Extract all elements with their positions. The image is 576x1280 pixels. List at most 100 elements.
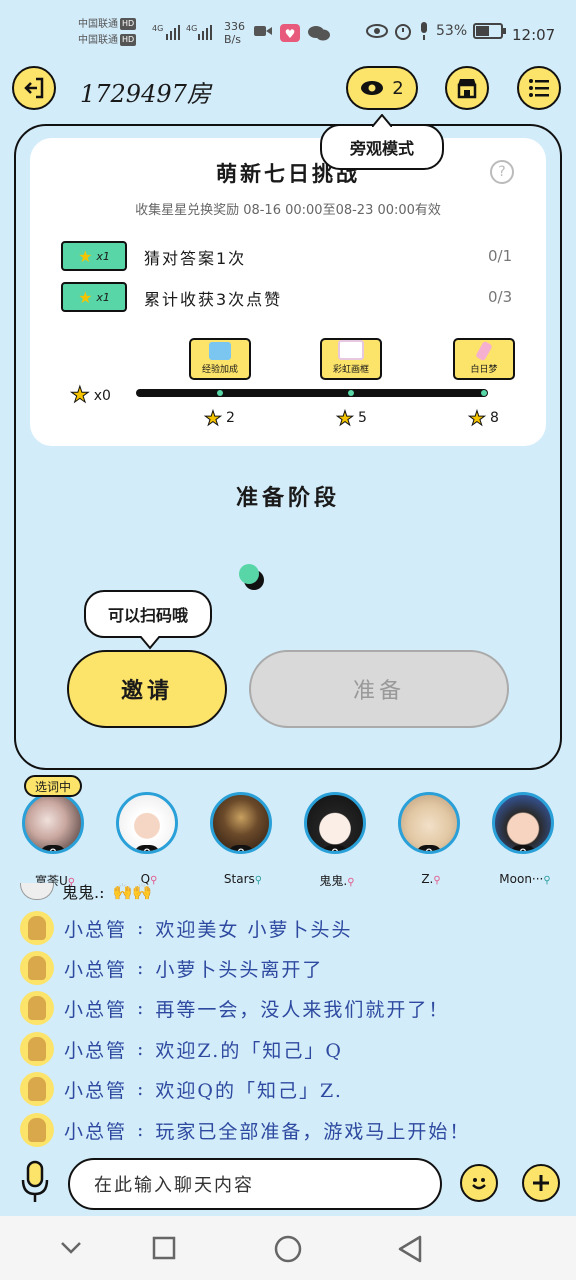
avatar: 0 [304,792,366,854]
spectate-mode-tooltip: 旁观模式 [320,114,444,170]
app-heart-icon: ♥ [280,24,300,42]
milestone-reward[interactable]: 白日梦 [453,338,515,380]
scan-tooltip-label: 可以扫码哦 [107,606,188,625]
bot-avatar [20,911,54,945]
bot-avatar [20,1032,54,1066]
wechat-icon [308,26,330,41]
player-slot[interactable]: 0 鬼鬼.⚲ [302,792,368,888]
milestone-reward[interactable]: 彩虹画框 [320,338,382,380]
invite-button[interactable]: 邀请 [67,650,227,728]
player-slot[interactable]: 0 Moon···⚲ [490,792,556,886]
battery-icon [473,23,507,39]
bot-avatar [20,991,54,1025]
signal-icon: 4G 4G [152,24,212,40]
list-menu-icon [529,79,549,97]
star-progress-track [136,389,488,397]
task-progress: 0/3 [488,288,513,306]
smiley-icon [472,1178,486,1190]
nav-back-chevron-icon[interactable] [60,1240,82,1256]
home-icon[interactable] [274,1235,302,1263]
exit-button[interactable] [12,66,56,110]
chat-line: 小总管: 欢迎Z.的「知己」Q [20,1029,560,1069]
player-slot[interactable]: 0 Z.⚲ [396,792,462,886]
chat-text: 欢迎美女 小萝卜头头 [155,918,353,941]
eye-icon [361,81,384,95]
chat-sender: 小总管 [64,918,128,941]
milestone-dot [481,390,487,396]
chat-text: 玩家已全部准备，游戏马上开始！ [155,1120,471,1143]
ready-button[interactable]: 准备 [249,650,509,728]
player-slot[interactable]: 0 寞荼U⚲ [20,792,86,888]
player-score: 0 [322,845,348,851]
emoji-button[interactable] [460,1164,498,1202]
stage-label: 准备阶段 [235,485,340,511]
alarm-icon [395,24,411,40]
help-icon[interactable]: ? [490,160,514,184]
back-icon[interactable] [398,1235,422,1263]
chat-line-partial: 鬼鬼.: 🙌🙌 [20,880,152,902]
chat-sender: 小总管 [64,1039,128,1062]
player-score: 0 [416,845,442,851]
chat-sender: 小总管 [64,1079,128,1102]
network-speed: 336 B/s [224,20,245,46]
menu-button[interactable] [517,66,561,110]
chat-sender: 小总管 [64,958,128,981]
plus-icon [533,1175,549,1191]
player-name: Moon···⚲ [499,872,551,886]
viewer-count: 2 [392,77,404,99]
chat-line: 小总管: 小萝卜头头离开了 [20,948,560,988]
recents-icon[interactable] [152,1236,176,1260]
chat-text: 欢迎Z.的「知己」Q [155,1039,343,1062]
hd-badge-2: HD [120,34,137,46]
chat-line: 小总管: 欢迎Q的「知己」Z. [20,1069,560,1109]
male-icon: ⚲ [254,875,263,886]
challenge-subtitle: 收集星星兑换奖励 08-16 00:00至08-23 00:00有效 [135,203,441,218]
player-name: Z.⚲ [421,872,441,886]
bot-avatar [20,1113,54,1147]
shop-button[interactable] [445,66,489,110]
spectate-mode-label: 旁观模式 [349,139,414,158]
system-nav-bar [0,1216,576,1280]
avatar: 0 [22,792,84,854]
female-icon: ⚲ [433,875,441,886]
player-name: Stars⚲ [223,872,263,886]
exit-icon [24,77,44,99]
frame-icon [338,340,364,360]
task-reward-badge: ★ x1 [61,241,127,271]
chat-text: 鬼鬼.: [62,883,105,902]
svg-text:4G: 4G [186,24,197,33]
plus-button[interactable] [522,1164,560,1202]
chat-sender: 小总管 [64,998,128,1021]
milestone-stars: ★ 8 [468,406,499,431]
star-icon: ★ [78,246,93,266]
player-slot[interactable]: 0 Q⚲ [114,792,180,886]
task-progress: 0/1 [488,247,513,265]
system-status: 53% [366,22,507,40]
carrier-2: 中国联通 [78,35,118,46]
carrier-1: 中国联通 [78,19,118,30]
milestone-dot [217,390,223,396]
chat-line: 小总管: 玩家已全部准备，游戏马上开始！ [20,1110,560,1150]
chat-input[interactable]: 在此输入聊天内容 [68,1158,442,1210]
microphone-icon[interactable] [20,1160,50,1204]
svg-text:♥: ♥ [285,27,296,41]
battery-percent: 53% [436,23,468,39]
task-text: 累计收获3次点赞 [144,290,283,309]
pencil-icon [475,340,493,362]
star-icon: ★ [468,406,487,431]
scan-tooltip: 可以扫码哦 [84,590,212,650]
player-slot[interactable]: 0 Stars⚲ [208,792,274,886]
chat-line: 小总管: 再等一会，没人来我们就开了！ [20,988,560,1028]
milestone-reward[interactable]: 经验加成 [189,338,251,380]
tooltip-arrow [140,636,160,650]
avatar: 0 [116,792,178,854]
carrier-info: 中国联通 HD 中国联通 HD [78,18,137,50]
shop-icon [457,79,477,99]
svg-text:4G: 4G [152,24,163,33]
avatar: 0 [398,792,460,854]
chat-text: 小萝卜头头离开了 [155,958,324,981]
exp-boost-icon [209,342,231,360]
tooltip-arrow [372,114,392,127]
chat-text: 欢迎Q的「知己」Z. [155,1079,343,1102]
viewer-count-button[interactable]: 2 [346,66,418,110]
